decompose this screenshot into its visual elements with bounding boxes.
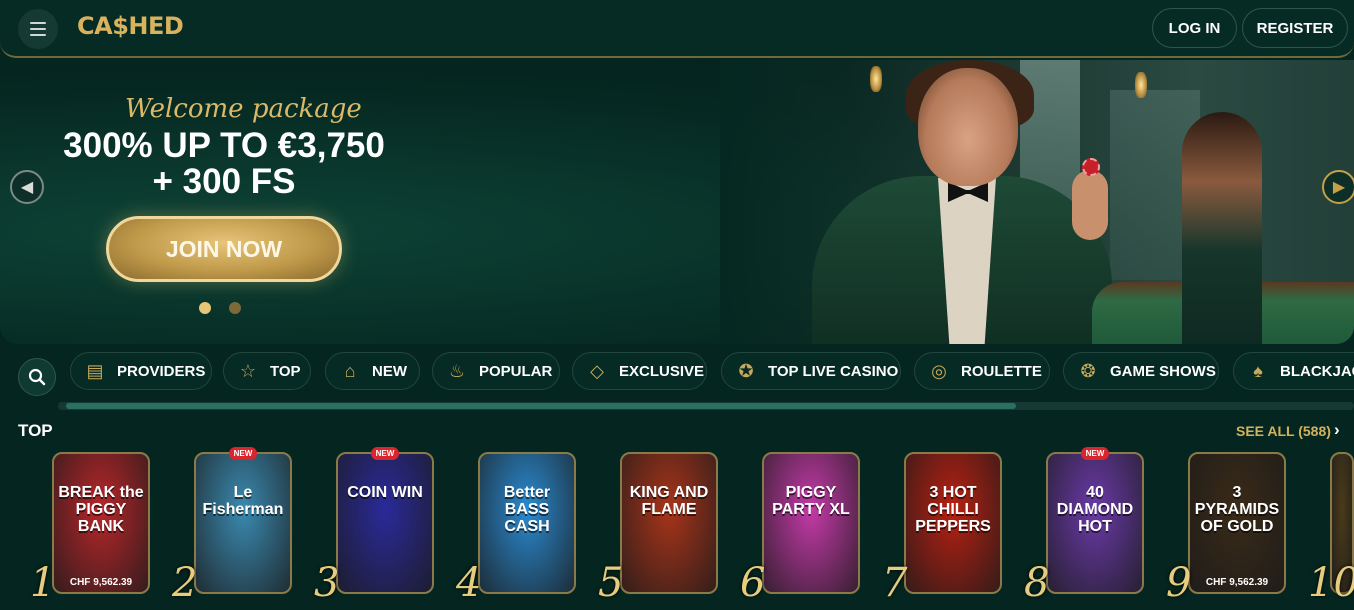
top-header: CA$HED LOG IN REGISTER xyxy=(0,0,1354,58)
section-title-top: TOP xyxy=(18,421,53,440)
category-providers[interactable]: ▤ PROVIDERS xyxy=(70,352,212,390)
game-title: 3 PYRAMIDS OF GOLD xyxy=(1194,484,1280,535)
game-title: Le Fisherman xyxy=(202,484,284,518)
game-card[interactable]: 3 HOT CHILLI PEPPERS xyxy=(904,452,1002,594)
category-game-shows[interactable]: ❂ GAME SHOWS xyxy=(1063,352,1219,390)
hero-casino-image xyxy=(720,60,1354,344)
category-blackjac[interactable]: ♠ BLACKJAC xyxy=(1233,352,1354,390)
category-label: POPULAR xyxy=(479,362,553,380)
category-label: TOP xyxy=(270,362,301,380)
game-card[interactable]: COIN WIN xyxy=(336,452,434,594)
headline-line-1: 300% UP TO €3,750 xyxy=(63,126,385,165)
game-card[interactable]: Better BASS CASH xyxy=(478,452,576,594)
flame-icon: ♨ xyxy=(448,360,466,381)
next-slide-arrow-icon[interactable]: ▶ xyxy=(1322,170,1354,204)
category-top[interactable]: ☆ TOP xyxy=(223,352,311,390)
roulette-icon: ◎ xyxy=(931,360,947,381)
rank-number: 6 xyxy=(740,560,766,606)
game-title: COIN WIN xyxy=(347,484,423,501)
game-card[interactable]: 3 PYRAMIDS OF GOLD CHF 9,562.39 xyxy=(1188,452,1286,594)
prev-slide-arrow-icon[interactable]: ◀ xyxy=(10,170,44,204)
category-exclusive[interactable]: ◇ EXCLUSIVE xyxy=(572,352,707,390)
medal-icon: ✪ xyxy=(738,360,754,381)
chevron-right-icon[interactable]: › xyxy=(1334,420,1340,440)
new-badge: NEW xyxy=(229,447,257,460)
wheel-icon: ❂ xyxy=(1080,360,1096,381)
category-label: EXCLUSIVE xyxy=(619,362,705,380)
game-title: 3 HOT CHILLI PEPPERS xyxy=(915,484,991,535)
login-button[interactable]: LOG IN xyxy=(1152,8,1237,48)
rank-number: 4 xyxy=(456,560,482,606)
rank-number: 7 xyxy=(882,560,908,606)
category-label: BLACKJAC xyxy=(1280,362,1354,380)
rank-number: 1 xyxy=(30,560,56,606)
rank-number: 9 xyxy=(1166,560,1192,606)
game-title: KING AND FLAME xyxy=(629,484,709,518)
welcome-package-label: Welcome package xyxy=(125,94,362,124)
jackpot-amount: CHF 9,562.39 xyxy=(1205,577,1269,588)
hamburger-menu-icon[interactable] xyxy=(18,9,58,49)
rank-number: 8 xyxy=(1024,560,1050,606)
jackpot-amount: CHF 9,562.39 xyxy=(69,577,133,588)
cards-icon: ♠ xyxy=(1253,360,1263,381)
category-label: TOP LIVE CASINO xyxy=(768,362,899,380)
diamond-icon: ◇ xyxy=(590,360,604,381)
rank-number: 2 xyxy=(172,560,198,606)
category-label: NEW xyxy=(372,362,407,380)
category-new[interactable]: ⌂ NEW xyxy=(325,352,420,390)
new-badge: NEW xyxy=(1081,447,1109,460)
game-title: BREAK the PIGGY BANK xyxy=(58,484,144,535)
slide-dot-2[interactable] xyxy=(229,302,241,314)
rank-number: 3 xyxy=(314,560,340,606)
game-title: 40 DIAMOND HOT xyxy=(1056,484,1134,535)
register-button[interactable]: REGISTER xyxy=(1242,8,1348,48)
hero-headline: 300% UP TO €3,750 + 300 FS xyxy=(62,128,386,200)
game-title: PIGGY PARTY XL xyxy=(772,484,850,518)
category-scrollbar-thumb[interactable] xyxy=(66,403,1016,409)
see-all-link[interactable]: SEE ALL (588) xyxy=(1236,423,1331,439)
rank-number: 10 xyxy=(1308,560,1354,606)
headline-line-2: + 300 FS xyxy=(152,162,296,201)
search-icon[interactable] xyxy=(18,358,56,396)
star-icon: ☆ xyxy=(239,360,257,381)
category-label: GAME SHOWS xyxy=(1110,362,1216,380)
category-label: ROULETTE xyxy=(961,362,1042,380)
gift-icon: ⌂ xyxy=(344,360,356,381)
game-title: Better BASS CASH xyxy=(503,484,551,535)
game-card[interactable]: KING AND FLAME xyxy=(620,452,718,594)
slide-dot-1[interactable] xyxy=(199,302,211,314)
category-popular[interactable]: ♨ POPULAR xyxy=(432,352,560,390)
game-card[interactable]: BREAK the PIGGY BANK CHF 9,562.39 xyxy=(52,452,150,594)
site-logo[interactable]: CA$HED xyxy=(77,12,184,40)
book-icon: ▤ xyxy=(86,360,104,381)
category-label: PROVIDERS xyxy=(117,362,206,380)
category-roulette[interactable]: ◎ ROULETTE xyxy=(914,352,1050,390)
new-badge: NEW xyxy=(371,447,399,460)
hero-banner: Welcome package 300% UP TO €3,750 + 300 … xyxy=(0,60,1354,344)
game-card[interactable]: PIGGY PARTY XL xyxy=(762,452,860,594)
join-now-button[interactable]: JOIN NOW xyxy=(106,216,342,282)
category-top-live-casino[interactable]: ✪ TOP LIVE CASINO xyxy=(721,352,901,390)
game-card[interactable]: 40 DIAMOND HOT xyxy=(1046,452,1144,594)
rank-number: 5 xyxy=(598,560,624,606)
game-card[interactable]: Le Fisherman xyxy=(194,452,292,594)
